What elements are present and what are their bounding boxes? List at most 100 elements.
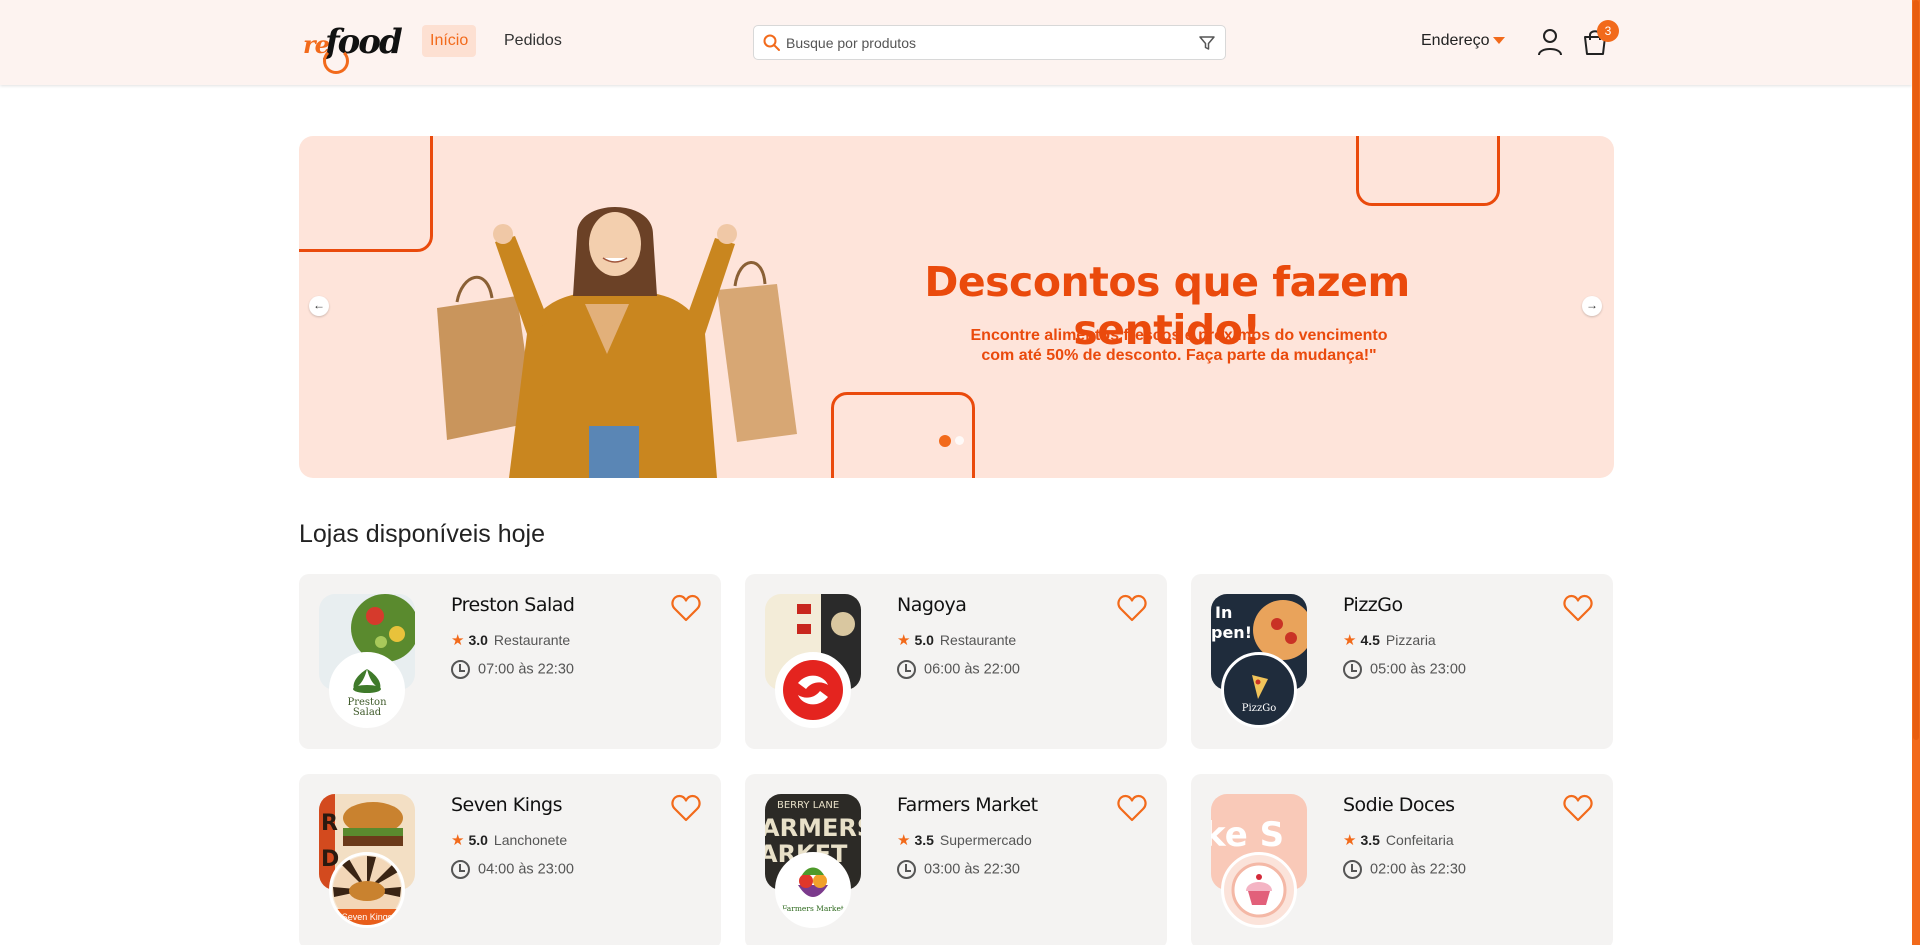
search-icon (763, 34, 780, 51)
svg-text:ARMERS: ARMERS (765, 814, 861, 842)
svg-text:PizzGo: PizzGo (1242, 703, 1276, 714)
search-bar[interactable]: Busque por produtos (753, 25, 1226, 60)
store-card-seven-kings[interactable]: R D Seven Kings Seven Kings ★ 5.0 Lanchone… (299, 774, 721, 945)
store-rating-row: ★ 4.5 Pizzaria (1343, 631, 1436, 649)
cart-count-badge: 3 (1597, 20, 1619, 42)
promo-banner: Descontos que fazem sentido! Encontre al… (299, 136, 1614, 478)
store-rating: 3.0 (468, 632, 488, 648)
star-icon: ★ (451, 632, 465, 649)
nav-pedidos[interactable]: Pedidos (496, 25, 570, 57)
favorite-heart-icon[interactable] (671, 794, 701, 822)
store-name[interactable]: Sodie Doces (1343, 794, 1455, 816)
store-rating: 3.5 (914, 832, 934, 848)
store-hours-row: 02:00 às 22:30 (1343, 860, 1466, 879)
store-rating-row: ★ 3.0 Restaurante (451, 631, 570, 649)
store-name[interactable]: Farmers Market (897, 794, 1038, 816)
clock-icon (451, 660, 470, 679)
store-category: Confeitaria (1385, 832, 1454, 848)
store-name[interactable]: Seven Kings (451, 794, 563, 816)
favorite-heart-icon[interactable] (1563, 594, 1593, 622)
store-card-preston-salad[interactable]: Preston Salad Preston Salad ★ 3.0 Restaura… (299, 574, 721, 749)
favorite-heart-icon[interactable] (1563, 794, 1593, 822)
store-hours-row: 05:00 às 23:00 (1343, 660, 1466, 679)
store-rating-row: ★ 5.0 Lanchonete (451, 831, 567, 849)
store-hours-row: 06:00 às 22:00 (897, 660, 1020, 679)
store-card-nagoya[interactable]: Nagoya ★ 5.0 Restaurante 06:00 às 22:00 (745, 574, 1167, 749)
store-logo: Seven Kings (329, 852, 405, 928)
store-category: Restaurante (493, 632, 571, 648)
address-dropdown[interactable]: Endereço (1421, 32, 1505, 50)
filter-icon[interactable] (1197, 33, 1217, 53)
store-card-sodie-doces[interactable]: ke S Sodie Doces ★ 3.5 Confeitaria 02:00 à… (1191, 774, 1613, 945)
favorite-heart-icon[interactable] (671, 594, 701, 622)
carousel-dot-2[interactable] (955, 436, 964, 445)
star-icon: ★ (451, 832, 465, 849)
section-title: Lojas disponíveis hoje (299, 520, 545, 548)
carousel-prev-button[interactable]: ← (309, 296, 329, 316)
store-category: Supermercado (939, 832, 1032, 848)
svg-text:Salad: Salad (353, 707, 382, 718)
svg-text:R: R (321, 811, 338, 836)
svg-text:Seven Kings: Seven Kings (342, 912, 393, 922)
store-category: Restaurante (939, 632, 1017, 648)
store-hours: 04:00 às 23:00 (478, 861, 574, 878)
store-name[interactable]: Preston Salad (451, 594, 575, 616)
top-header: re food Início Pedidos Busque por produt… (0, 0, 1912, 85)
svg-text:BERRY LANE: BERRY LANE (777, 800, 839, 811)
carousel-dot-1[interactable] (939, 435, 951, 447)
store-logo: PizzGo (1221, 652, 1297, 728)
svg-text:pen!: pen! (1211, 623, 1252, 642)
logo-ring-icon (323, 48, 349, 74)
star-icon: ★ (1343, 632, 1357, 649)
store-name[interactable]: Nagoya (897, 594, 967, 616)
clock-icon (1343, 660, 1362, 679)
arrow-right-icon: → (1586, 298, 1598, 312)
store-name[interactable]: PizzGo (1343, 594, 1403, 616)
clock-icon (897, 860, 916, 879)
favorite-heart-icon[interactable] (1117, 794, 1147, 822)
svg-text:ke S: ke S (1211, 815, 1284, 855)
clock-icon (897, 660, 916, 679)
carousel-next-button[interactable]: → (1582, 296, 1602, 316)
store-hours-row: 03:00 às 22:30 (897, 860, 1020, 879)
favorite-heart-icon[interactable] (1117, 594, 1147, 622)
clock-icon (1343, 860, 1362, 879)
store-hours: 02:00 às 22:30 (1370, 861, 1466, 878)
store-hours: 06:00 às 22:00 (924, 661, 1020, 678)
store-hours-row: 04:00 às 23:00 (451, 860, 574, 879)
store-hours: 07:00 às 22:30 (478, 661, 574, 678)
store-rating-row: ★ 3.5 Confeitaria (1343, 831, 1454, 849)
banner-woman-shopping-bags-image (437, 207, 797, 478)
store-rating-row: ★ 3.5 Supermercado (897, 831, 1032, 849)
store-logo (775, 652, 851, 728)
store-rating: 5.0 (914, 632, 934, 648)
store-rating: 5.0 (468, 832, 488, 848)
store-rating: 4.5 (1360, 632, 1380, 648)
svg-text:In: In (1215, 603, 1232, 622)
store-hours: 03:00 às 22:30 (924, 861, 1020, 878)
nav-inicio[interactable]: Início (422, 25, 477, 57)
chevron-down-icon (1492, 37, 1505, 45)
scrollbar-thumb[interactable] (1913, 0, 1919, 740)
store-category: Pizzaria (1385, 632, 1436, 648)
decorative-frame (831, 392, 975, 478)
search-input[interactable]: Busque por produtos (786, 35, 916, 51)
store-logo: Preston Salad (329, 652, 405, 728)
store-hours: 05:00 às 23:00 (1370, 661, 1466, 678)
star-icon: ★ (897, 632, 911, 649)
star-icon: ★ (1343, 832, 1357, 849)
banner-subtitle: Encontre alimentos frescos e próximos do… (899, 326, 1459, 366)
star-icon: ★ (897, 832, 911, 849)
store-card-farmers-market[interactable]: BERRY LANE ARMERS ARKET Farmers Market F… (745, 774, 1167, 945)
user-icon[interactable] (1537, 28, 1563, 56)
decorative-frame (1356, 136, 1500, 206)
store-rating: 3.5 (1360, 832, 1380, 848)
decorative-frame (299, 136, 433, 252)
address-label: Endereço (1421, 32, 1490, 49)
store-logo: Farmers Market (775, 852, 851, 928)
store-card-pizzgo[interactable]: In pen! PizzGo PizzGo ★ 4.5 Pizzaria 05:00… (1191, 574, 1613, 749)
refood-logo[interactable]: re food (303, 20, 403, 74)
store-logo (1221, 852, 1297, 928)
banner-subtitle-line-2: com até 50% de desconto. Faça parte da m… (981, 347, 1377, 364)
store-category: Lanchonete (493, 832, 568, 848)
